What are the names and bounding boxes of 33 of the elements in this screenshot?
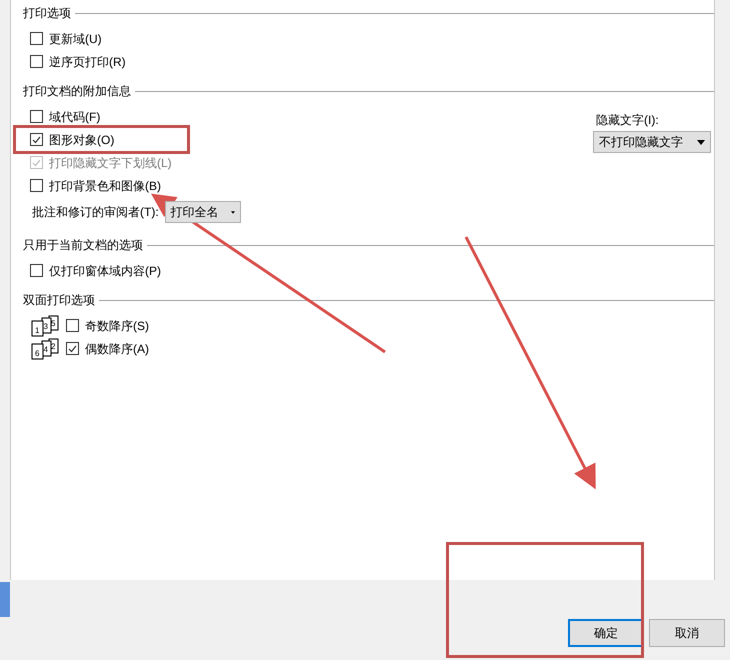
checkbox-label: 域代码(F) [49,108,100,126]
checkmark-icon [68,344,77,352]
checkbox-label: 奇数降序(S) [85,318,149,334]
field-label: 隐藏文字(I): [595,112,660,129]
checkbox-label: 仅打印窗体域内容(P) [49,262,161,280]
checkmark-icon [32,158,41,166]
checkbox-label: 逆序页打印(R) [49,54,126,70]
checkbox[interactable] [66,342,79,355]
checkbox-label: 更新域(U) [49,30,102,48]
dropdown[interactable]: 不打印隐藏文字 [593,131,711,153]
checkbox[interactable] [30,55,43,68]
field-label: 批注和修订的审阅者(T): [32,204,159,221]
checkbox[interactable] [66,319,79,332]
caret-icon [697,140,705,144]
checkbox-label: 偶数降序(A) [85,340,149,358]
checkbox-label: 图形对象(O) [49,132,114,148]
checkbox[interactable] [30,32,43,45]
caret-icon [230,210,235,214]
section-heading: 只用于当前文档的选项 [23,237,143,254]
checkmark-icon [32,136,41,144]
section-heading: 双面打印选项 [23,292,95,309]
section-heading: 打印文档的附加信息 [23,83,131,100]
checkbox-label: 打印背景色和图像(B) [49,178,161,194]
checkbox[interactable] [30,133,43,146]
checkbox[interactable] [30,179,43,192]
side-tab-marker [0,582,10,617]
dialog-button[interactable]: 确定 [568,619,644,647]
checkbox[interactable] [30,264,43,277]
checkbox[interactable] [30,110,43,123]
dialog-button[interactable]: 取消 [649,619,725,647]
checkbox-label: 打印隐藏文字下划线(L) [49,154,172,172]
section-heading: 打印选项 [23,5,71,22]
dropdown[interactable]: 打印全名 [164,201,241,223]
